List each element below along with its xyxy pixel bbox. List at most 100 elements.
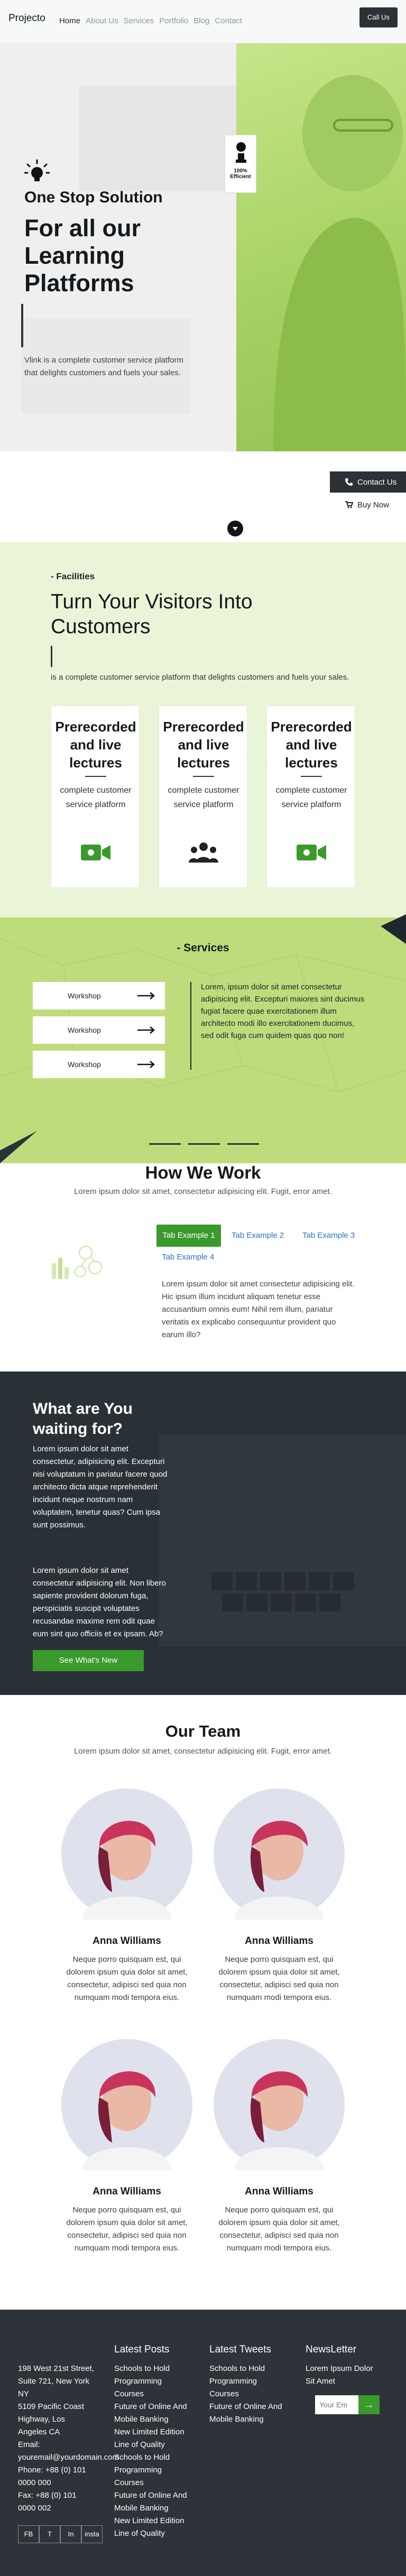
newsletter-submit-button[interactable]: →: [358, 2395, 380, 2414]
tweet-link[interactable]: Schools to Hold: [209, 2362, 299, 2375]
avatar[interactable]: [61, 2039, 192, 2170]
latest-posts-list: Schools to Hold Programming Courses Futu…: [114, 2362, 204, 2540]
avatar[interactable]: [61, 1789, 192, 1920]
scroll-down-button[interactable]: [227, 521, 243, 536]
arrow-right-icon: [137, 1026, 155, 1034]
post-link[interactable]: New Limited Edition: [114, 2515, 204, 2527]
team-subtitle: Lorem ipsum dolor sit amet, consectetur …: [74, 1747, 332, 1756]
avatar[interactable]: [214, 2039, 345, 2170]
latest-posts-title: Latest Posts: [114, 2344, 170, 2355]
footer-contact: 198 West 21st Street, Suite 721, New Yor…: [18, 2362, 119, 2515]
team-member: Anna Williams Neque porro quisquam est, …: [214, 2039, 345, 2261]
services-title: - Services: [177, 942, 229, 954]
services-divider: [190, 982, 191, 1070]
tab-example-2[interactable]: Tab Example 2: [232, 1231, 284, 1240]
buy-now-button[interactable]: Buy Now: [330, 494, 406, 515]
address-line: Angeles CA: [18, 2427, 60, 2436]
linkedin-link[interactable]: In: [60, 2525, 81, 2543]
post-link[interactable]: Line of Quality: [114, 2527, 204, 2540]
member-bio: Neque porro quisquam est, qui dolorem ip…: [218, 2206, 340, 2253]
lightbulb-icon: [24, 159, 50, 181]
email-label: Email:: [18, 2440, 40, 2449]
card-title: Prerecorded and live lectures: [163, 719, 244, 771]
post-link[interactable]: Schools to Hold: [114, 2362, 204, 2375]
how-we-work-title: How We Work: [145, 1163, 261, 1182]
team-member: Anna Williams Neque porro quisquam est, …: [61, 2039, 192, 2261]
facilities-label: - Facilities: [51, 571, 95, 581]
nav-about[interactable]: About Us: [86, 16, 118, 25]
how-we-work-subtitle: Lorem ipsum dolor sit amet, consectetur …: [74, 1187, 332, 1196]
workshop-item[interactable]: Workshop: [33, 1051, 165, 1078]
post-link[interactable]: Mobile Banking: [114, 2413, 204, 2426]
facebook-link[interactable]: FB: [18, 2525, 39, 2543]
post-link[interactable]: Future of Online And: [114, 2401, 204, 2413]
address-line: Suite 721, New York: [18, 2377, 90, 2386]
post-link[interactable]: Programming: [114, 2464, 204, 2477]
newsletter-email-input[interactable]: [315, 2395, 358, 2414]
post-link[interactable]: Future of Online And: [114, 2489, 204, 2502]
nav-services[interactable]: Services: [124, 16, 154, 25]
post-link[interactable]: Line of Quality: [114, 2439, 204, 2451]
hero-divider: [21, 304, 23, 347]
tab-example-3[interactable]: Tab Example 3: [302, 1231, 355, 1240]
phone-icon: [345, 478, 353, 486]
tab-example-1[interactable]: Tab Example 1: [156, 1225, 221, 1247]
users-icon: [189, 842, 218, 863]
member-name: Anna Williams: [93, 2186, 161, 2197]
latest-tweets-title: Latest Tweets: [209, 2344, 271, 2355]
post-link[interactable]: Courses: [114, 2388, 204, 2401]
section-dashes: [149, 1143, 259, 1145]
buy-now-label: Buy Now: [357, 500, 390, 509]
badge-percent: 100%: [234, 168, 247, 174]
main-nav: Home About Us Services Portfolio Blog Co…: [59, 16, 242, 25]
post-link[interactable]: Programming: [114, 2375, 204, 2388]
tab-content: Lorem ipsum dolor sit amet consectetur a…: [162, 1280, 355, 1339]
member-bio: Neque porro quisquam est, qui dolorem ip…: [66, 2206, 188, 2253]
call-us-button[interactable]: Call Us: [359, 7, 398, 27]
tweet-link[interactable]: Programming: [209, 2375, 299, 2388]
nav-contact[interactable]: Contact: [215, 16, 242, 25]
nav-portfolio[interactable]: Portfolio: [159, 16, 188, 25]
workshop-item[interactable]: Workshop: [33, 1016, 165, 1044]
tweet-link[interactable]: Mobile Banking: [209, 2413, 299, 2426]
member-name: Anna Williams: [245, 2186, 313, 2197]
post-link[interactable]: Mobile Banking: [114, 2502, 204, 2515]
team-member: Anna Williams Neque porro quisquam est, …: [214, 1789, 345, 2010]
hero-description: Vlink is a complete customer service pla…: [24, 356, 183, 377]
card-description: complete customer service platform: [275, 786, 347, 809]
workshop-item[interactable]: Workshop: [33, 982, 165, 1009]
social-links: FB T In insta: [18, 2525, 103, 2543]
contact-us-label: Contact Us: [357, 477, 397, 487]
site-header: Projecto Home About Us Services Portfoli…: [0, 0, 406, 43]
hero-subtitle: One Stop Solution: [24, 189, 163, 206]
newsletter-line: Lorem Ipsum Dolor: [306, 2364, 373, 2373]
post-link[interactable]: Courses: [114, 2477, 204, 2489]
post-link[interactable]: New Limited Edition: [114, 2426, 204, 2439]
contact-us-button[interactable]: Contact Us: [330, 471, 406, 493]
post-link[interactable]: Schools to Hold: [114, 2451, 204, 2464]
logo[interactable]: Projecto: [8, 13, 45, 24]
email-link[interactable]: youremail@yourdomain.com: [18, 2451, 119, 2464]
instagram-link[interactable]: insta: [81, 2525, 103, 2543]
cta-paragraph: Lorem ipsum dolor sit amet consectetur, …: [33, 1444, 168, 1530]
facility-card: Prerecorded and live lectures complete c…: [51, 706, 140, 888]
avatar[interactable]: [214, 1789, 345, 1920]
facility-card: Prerecorded and live lectures complete c…: [266, 706, 355, 888]
twitter-link[interactable]: T: [39, 2525, 60, 2543]
cart-icon: [345, 501, 353, 508]
tweet-link[interactable]: Courses: [209, 2388, 299, 2401]
phone-line: Phone: +88 (0) 101: [18, 2466, 86, 2475]
card-divider: [85, 776, 106, 777]
nav-blog[interactable]: Blog: [193, 16, 209, 25]
newsletter-line: Sit Amet: [306, 2377, 335, 2386]
card-title: Prerecorded and live lectures: [55, 719, 136, 771]
tweet-link[interactable]: Future of Online And: [209, 2401, 299, 2413]
tab-example-4[interactable]: Tab Example 4: [162, 1253, 214, 1262]
hero-title: For all our Learning Platforms: [24, 215, 141, 296]
see-whats-new-button[interactable]: See What's New: [33, 1650, 144, 1671]
facilities-description: is a complete customer service platform …: [51, 673, 349, 682]
card-description: complete customer service platform: [168, 786, 239, 809]
hero-photo-panel: [236, 43, 406, 451]
video-camera-icon: [297, 845, 326, 860]
nav-home[interactable]: Home: [59, 16, 80, 25]
